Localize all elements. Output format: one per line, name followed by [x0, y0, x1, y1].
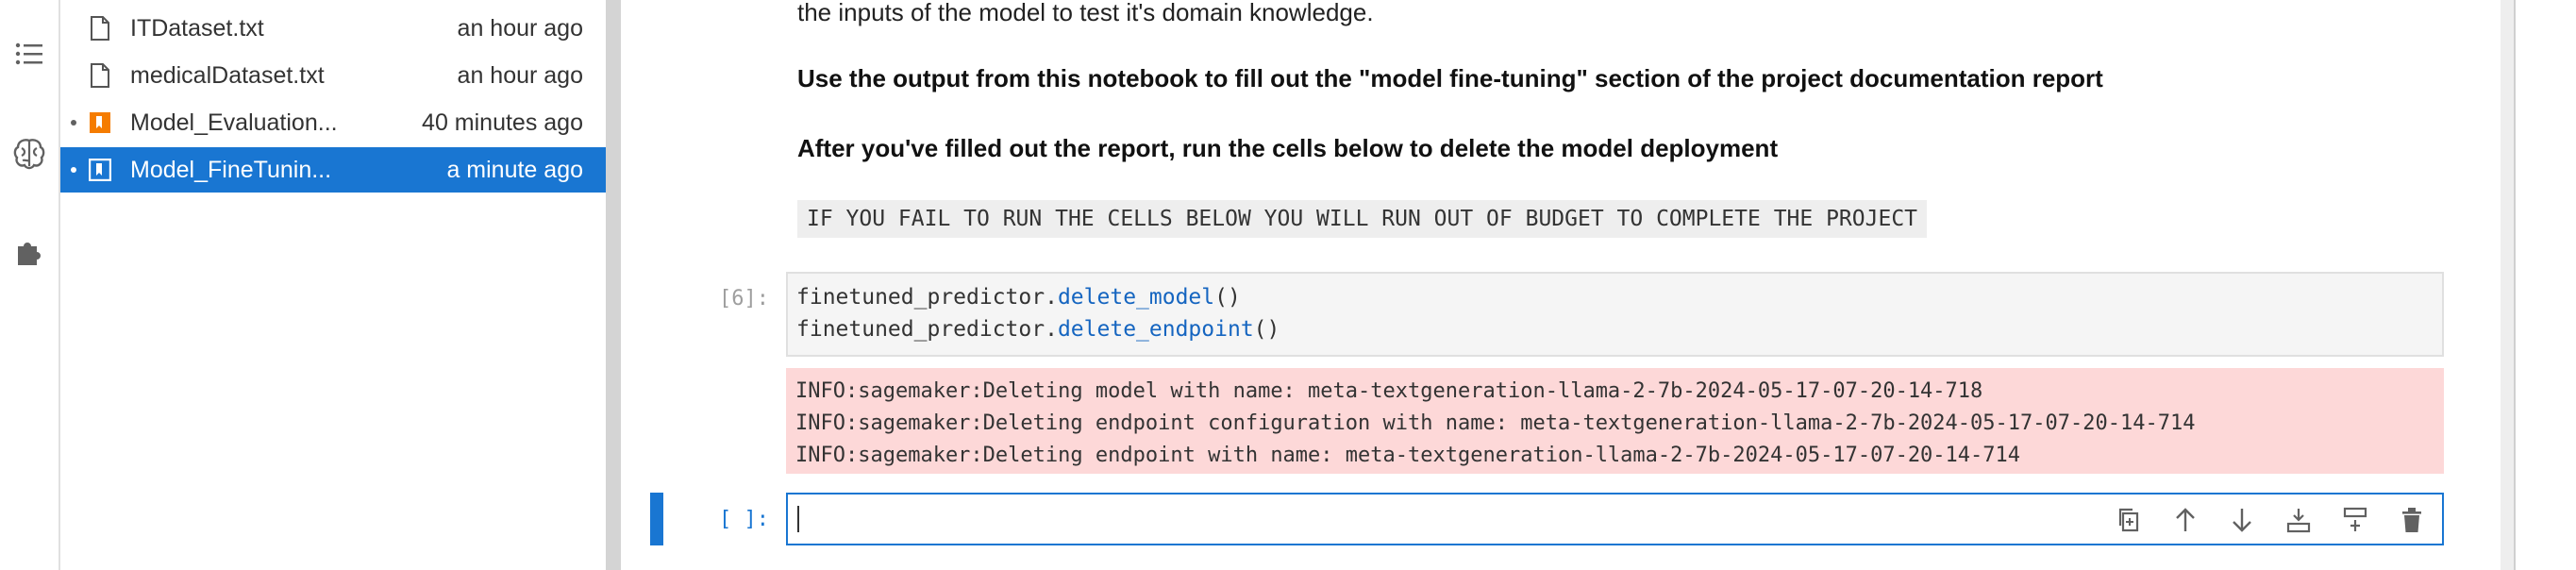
- file-name: Model_FineTunin...: [130, 156, 332, 183]
- code-args: (): [1214, 285, 1241, 310]
- markdown-inline-code: IF YOU FAIL TO RUN THE CELLS BELOW YOU W…: [797, 200, 1928, 238]
- code-function: delete_endpoint: [1057, 317, 1254, 342]
- cell-prompt: [6]:: [719, 287, 769, 310]
- code-args: (): [1253, 317, 1280, 342]
- file-name: ITDataset.txt: [130, 14, 264, 42]
- file-modified: a minute ago: [446, 156, 583, 183]
- code-object: finetuned_predictor.: [796, 285, 1058, 310]
- cell-output-stderr: INFO:sagemaker:Deleting model with name:…: [786, 368, 2444, 474]
- text-cursor: [797, 506, 799, 532]
- move-down-icon[interactable]: [2226, 504, 2258, 536]
- output-line: INFO:sagemaker:Deleting endpoint with na…: [795, 444, 2021, 467]
- right-sidebar: [2514, 0, 2576, 570]
- markdown-instruction: Use the output from this notebook to fil…: [797, 64, 2103, 92]
- output-line: INFO:sagemaker:Deleting endpoint configu…: [795, 411, 2196, 435]
- panel-splitter[interactable]: [606, 0, 621, 570]
- notebook-right-gutter: [2501, 0, 2514, 570]
- code-function: delete_model: [1057, 285, 1215, 310]
- insert-below-icon[interactable]: [2283, 504, 2315, 536]
- file-modified: an hour ago: [457, 14, 583, 42]
- cell-collapser[interactable]: [650, 493, 663, 545]
- code-object: finetuned_predictor.: [796, 317, 1058, 342]
- output-line: INFO:sagemaker:Deleting model with name:…: [795, 379, 1983, 403]
- delete-icon[interactable]: [2396, 504, 2428, 536]
- file-browser: ITDataset.txt an hour ago medicalDataset…: [60, 0, 606, 570]
- markdown-instruction: After you've filled out the report, run …: [797, 134, 1779, 162]
- puzzle-icon[interactable]: [9, 232, 49, 272]
- file-row-itdataset[interactable]: ITDataset.txt an hour ago: [60, 6, 606, 51]
- code-cell-6[interactable]: finetuned_predictor.delete_model() finet…: [786, 272, 2444, 357]
- file-row-medicaldataset[interactable]: medicalDataset.txt an hour ago: [60, 53, 606, 98]
- file-modified: an hour ago: [457, 61, 583, 89]
- insert-above-icon[interactable]: [2339, 504, 2371, 536]
- activity-bar: [0, 0, 60, 570]
- file-row-model-finetuning[interactable]: Model_FineTunin... a minute ago: [60, 147, 606, 193]
- file-modified: 40 minutes ago: [422, 109, 583, 136]
- table-of-contents-icon[interactable]: [9, 34, 49, 74]
- notebook-icon: [89, 157, 111, 183]
- running-indicator: [71, 120, 76, 126]
- file-icon: [89, 15, 111, 42]
- code-line: finetuned_predictor.delete_endpoint(): [796, 317, 1280, 342]
- markdown-text: the inputs of the model to test it's dom…: [797, 0, 1374, 26]
- active-code-cell[interactable]: [786, 493, 2444, 545]
- duplicate-icon[interactable]: [2113, 504, 2145, 536]
- file-name: medicalDataset.txt: [130, 61, 325, 89]
- file-row-model-evaluation[interactable]: Model_Evaluation... 40 minutes ago: [60, 100, 606, 145]
- move-up-icon[interactable]: [2169, 504, 2201, 536]
- running-indicator: [71, 167, 76, 173]
- file-icon: [89, 62, 111, 89]
- notebook-icon: [89, 109, 111, 136]
- code-line: finetuned_predictor.delete_model(): [796, 285, 1241, 310]
- cell-prompt: [ ]:: [719, 508, 769, 531]
- brain-icon[interactable]: [9, 134, 49, 174]
- file-name: Model_Evaluation...: [130, 109, 338, 136]
- jupyterlab-window: ITDataset.txt an hour ago medicalDataset…: [0, 0, 2576, 570]
